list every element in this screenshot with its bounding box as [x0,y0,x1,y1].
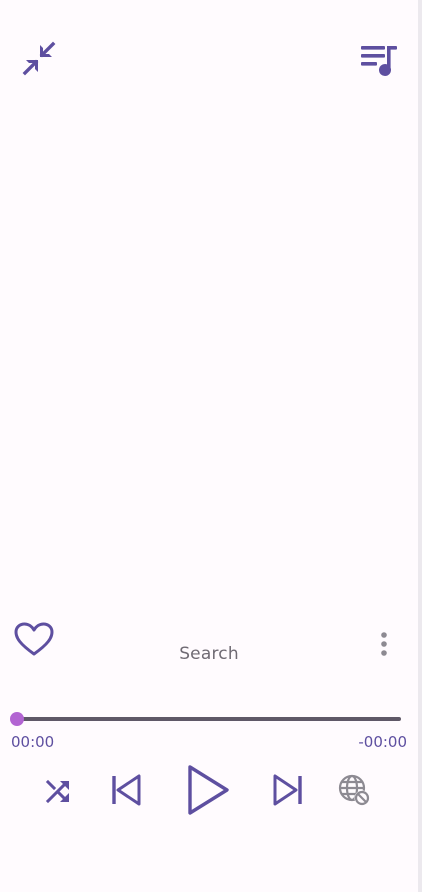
queue-button[interactable] [357,40,403,80]
seek-bar-thumb[interactable] [10,712,24,726]
collapse-arrows-icon [22,41,56,76]
play-icon [188,765,229,815]
favorite-button[interactable] [12,620,56,660]
more-vertical-icon [381,632,387,656]
queue-music-icon [361,46,397,76]
web-playback-button[interactable] [336,772,372,808]
shuffle-button[interactable] [42,774,74,808]
more-options-button[interactable] [372,630,396,662]
previous-button[interactable] [106,770,146,810]
shuffle-icon [45,779,69,804]
heart-outline-icon [14,622,54,656]
skip-next-icon [273,774,302,806]
skip-previous-icon [112,774,141,806]
elapsed-time: 00:00 [11,733,55,751]
collapse-button[interactable] [18,38,60,80]
screen-edge [418,0,422,892]
play-button[interactable] [183,762,233,818]
next-button[interactable] [268,770,308,810]
seek-bar[interactable] [10,712,401,726]
track-title: Search [179,644,239,664]
remaining-time: -00:00 [358,733,407,751]
globe-disabled-icon [338,774,370,806]
